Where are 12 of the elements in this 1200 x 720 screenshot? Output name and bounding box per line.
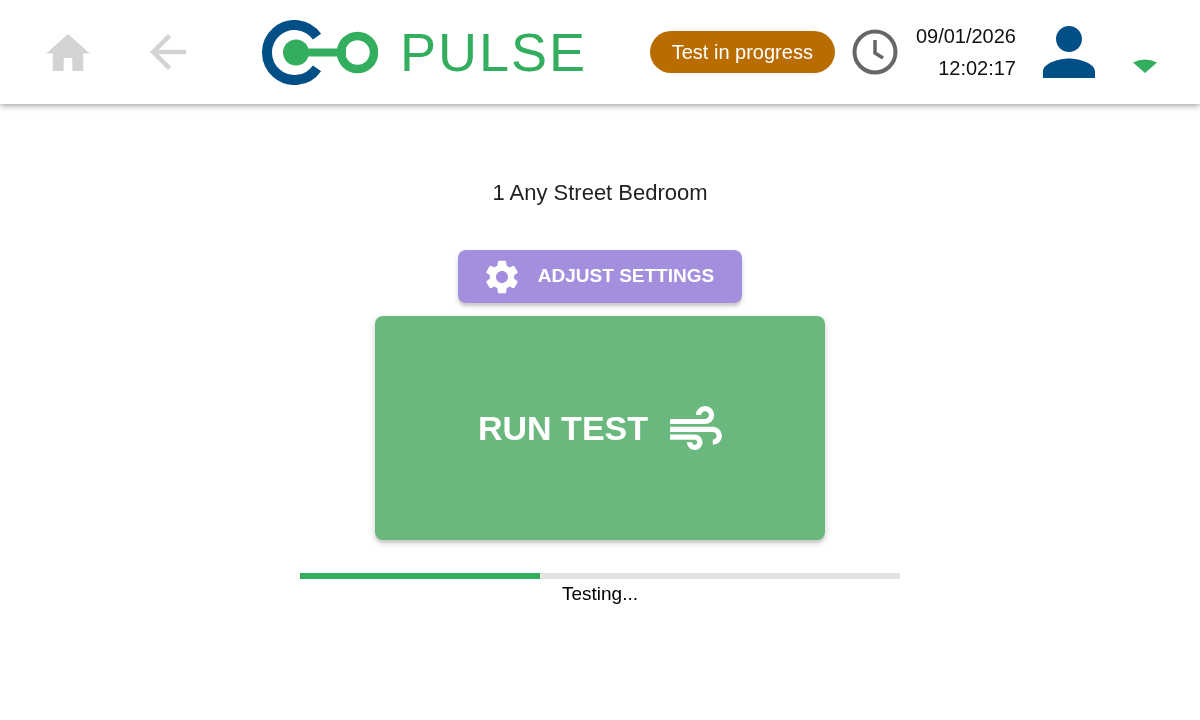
wind-icon [670,406,722,450]
logo-icon [262,19,378,85]
logo-text: PULSE [400,25,588,79]
signal-icon [1133,59,1157,73]
location-title: 1 Any Street Bedroom [492,179,708,207]
clock-icon [851,29,898,75]
time-text: 12:02:17 [937,56,1016,81]
date-text: 09/01/2026 [915,24,1016,49]
status-badge: Test in progress [649,31,835,73]
progress-status-text: Testing... [561,583,638,605]
gear-icon [485,259,518,294]
user-icon [1043,26,1095,78]
